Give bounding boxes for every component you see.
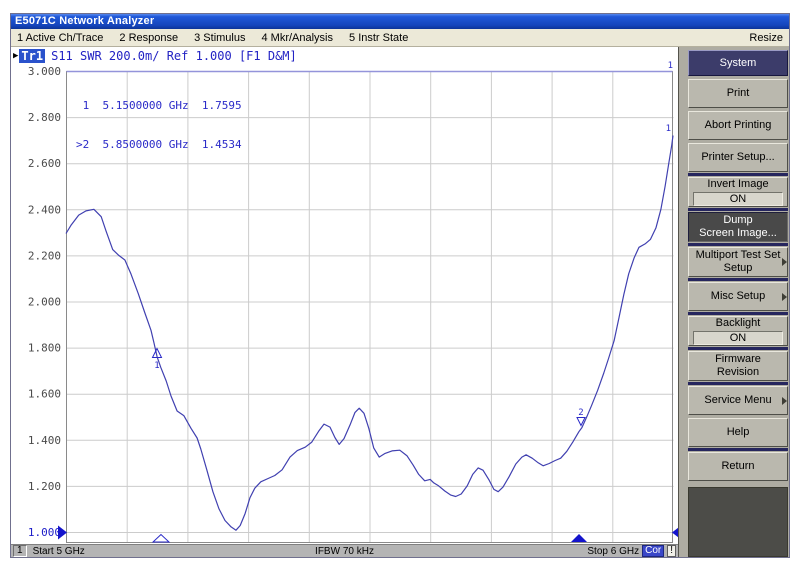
ref-level-left-triangle-icon xyxy=(58,526,67,540)
softkey-label: Help xyxy=(689,426,787,439)
menu-instr-state[interactable]: 5 Instr State xyxy=(349,32,408,44)
softkey-misc-setup[interactable]: Misc Setup xyxy=(688,282,788,311)
marker1-number: 1 xyxy=(154,361,159,371)
softkey-label: Screen Image... xyxy=(689,227,787,240)
title-bar: E5071C Network Analyzer xyxy=(11,14,789,29)
menu-response[interactable]: 2 Response xyxy=(119,32,178,44)
softkey-abort-printing[interactable]: Abort Printing xyxy=(688,111,788,140)
menu-active-ch-trace[interactable]: 1 Active Ch/Trace xyxy=(17,32,103,44)
y-axis-label: 1.800 xyxy=(28,342,61,355)
y-axis-label: 2.400 xyxy=(28,203,61,216)
softkey-label: Print xyxy=(689,87,787,100)
softkey-label: Service Menu xyxy=(689,394,787,407)
softkey-label: Multiport Test Set xyxy=(689,249,787,262)
softkey-service-menu[interactable]: Service Menu xyxy=(688,386,788,415)
softkey-separator xyxy=(688,347,788,350)
softkey-label: System xyxy=(689,57,787,70)
y-axis-label: 2.000 xyxy=(28,296,61,309)
softkey-help[interactable]: Help xyxy=(688,418,788,447)
correction-badge: Cor xyxy=(642,545,664,557)
submenu-arrow-icon xyxy=(782,293,787,301)
softkey-label: Dump xyxy=(689,214,787,227)
y-axis-label: 1.400 xyxy=(28,434,61,447)
marker1-readout-row: 1 5.1500000 GHz 1.7595 xyxy=(76,99,242,112)
submenu-arrow-icon xyxy=(782,397,787,405)
y-axis-labels: 3.000 2.800 2.600 2.400 2.200 2.000 1.800 1.600… xyxy=(28,65,61,539)
y-axis-label: 3.000 xyxy=(28,65,61,78)
menu-stimulus[interactable]: 3 Stimulus xyxy=(194,32,245,44)
softkey-label: Misc Setup xyxy=(689,290,787,303)
submenu-arrow-icon xyxy=(782,258,787,266)
menu-resize[interactable]: Resize xyxy=(749,32,783,44)
ifbw-label: IFBW 70 kHz xyxy=(315,546,374,557)
softkey-label: Backlight xyxy=(689,317,787,330)
y-axis-label: 2.200 xyxy=(28,249,61,262)
y-axis-label: 2.600 xyxy=(28,157,61,170)
softkey-sidebar: System Print Abort Printing Printer Setup..… xyxy=(678,47,789,557)
softkey-menu: System Print Abort Printing Printer Setup..… xyxy=(688,50,789,481)
softkey-empty-panel xyxy=(688,487,788,557)
chart-pane: ▶ Tr1 S11 SWR 200.0m/ Ref 1.000 [F1 D&M]… xyxy=(11,47,678,544)
y-axis-label: 2.800 xyxy=(28,111,61,124)
softkey-label: Abort Printing xyxy=(689,119,787,132)
marker2-number: 2 xyxy=(578,408,583,418)
start-frequency-label: Start 5 GHz xyxy=(33,546,85,557)
softkey-separator xyxy=(688,173,788,176)
softkey-separator xyxy=(688,312,788,315)
softkey-system[interactable]: System xyxy=(688,50,788,76)
stop-frequency-label: Stop 6 GHz xyxy=(587,546,639,557)
softkey-label: Revision xyxy=(689,366,787,379)
menu-bar: 1 Active Ch/Trace 2 Response 3 Stimulus … xyxy=(11,29,789,47)
marker2-readout-row: >2 5.8500000 GHz 1.4534 xyxy=(76,138,242,151)
status-bar: 1 Start 5 GHz IFBW 70 kHz Stop 6 GHz Cor… xyxy=(11,544,678,557)
softkey-printer-setup[interactable]: Printer Setup... xyxy=(688,143,788,172)
window-title: E5071C Network Analyzer xyxy=(15,15,154,27)
softkey-label: Firmware xyxy=(689,353,787,366)
warning-badge: ! xyxy=(667,545,676,557)
channel-indicator: 1 xyxy=(13,545,27,557)
top-line-trace-number: 1 xyxy=(668,61,673,71)
softkey-separator xyxy=(688,382,788,385)
main-area: ▶ Tr1 S11 SWR 200.0m/ Ref 1.000 [F1 D&M]… xyxy=(11,47,789,557)
y-axis-label: 1.600 xyxy=(28,388,61,401)
softkey-separator xyxy=(688,278,788,281)
marker-readout: 1 5.1500000 GHz 1.7595 >2 5.8500000 GHz … xyxy=(76,73,242,177)
marker1-axis-triangle-icon xyxy=(153,535,169,543)
softkey-label: Setup xyxy=(689,262,787,275)
trace-end-number: 1 xyxy=(666,124,671,134)
softkey-print[interactable]: Print xyxy=(688,79,788,108)
softkey-separator xyxy=(688,208,788,211)
softkey-backlight-state: ON xyxy=(693,331,783,345)
softkey-backlight[interactable]: BacklightON xyxy=(688,316,788,346)
softkey-invert-image[interactable]: Invert ImageON xyxy=(688,177,788,207)
y-axis-label: 1.000 xyxy=(28,526,61,539)
softkey-firmware-revision[interactable]: FirmwareRevision xyxy=(688,351,788,381)
softkey-label: Printer Setup... xyxy=(689,151,787,164)
y-axis-label: 1.200 xyxy=(28,480,61,493)
marker2-axis-triangle-icon xyxy=(571,534,587,542)
softkey-separator xyxy=(688,243,788,246)
analyzer-window: E5071C Network Analyzer 1 Active Ch/Trac… xyxy=(10,13,790,558)
softkey-label: Invert Image xyxy=(689,178,787,191)
softkey-label: Return xyxy=(689,460,787,473)
softkey-return[interactable]: Return xyxy=(688,452,788,481)
softkey-separator xyxy=(688,448,788,451)
softkey-multiport-test-set-setup[interactable]: Multiport Test SetSetup xyxy=(688,247,788,277)
softkey-dump-screen-image[interactable]: DumpScreen Image... xyxy=(688,212,788,242)
softkey-invert-image-state: ON xyxy=(693,192,783,206)
menu-mkr-analysis[interactable]: 4 Mkr/Analysis xyxy=(261,32,333,44)
